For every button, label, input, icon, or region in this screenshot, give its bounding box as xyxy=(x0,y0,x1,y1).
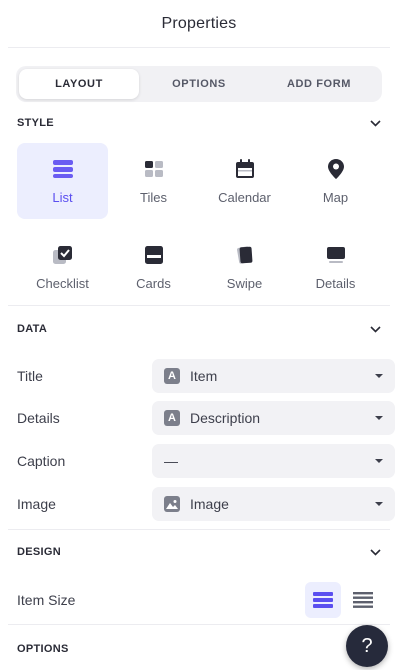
text-type-icon: A xyxy=(164,368,180,384)
details-select[interactable]: A Description xyxy=(152,401,395,435)
tab-add-form[interactable]: ADD FORM xyxy=(259,69,379,99)
options-section-header[interactable]: OPTIONS xyxy=(17,636,381,662)
field-label: Image xyxy=(17,496,56,512)
details-icon xyxy=(325,244,347,266)
style-option-label: Calendar xyxy=(218,189,271,205)
help-button[interactable]: ? xyxy=(346,625,388,667)
style-option-list[interactable]: List xyxy=(17,143,108,219)
caret-down-icon xyxy=(375,374,383,378)
swipe-icon xyxy=(234,244,256,266)
item-size-toggle xyxy=(305,582,381,618)
style-option-label: Tiles xyxy=(140,189,167,205)
style-heading: STYLE xyxy=(17,117,54,129)
field-label: Item Size xyxy=(17,592,76,608)
design-heading: DESIGN xyxy=(17,546,61,558)
style-option-checklist[interactable]: Checklist xyxy=(17,229,108,305)
caret-down-icon xyxy=(375,416,383,420)
item-size-row: Item Size xyxy=(17,582,395,618)
style-option-label: Details xyxy=(315,275,356,291)
style-option-label: List xyxy=(52,189,73,205)
image-field-row: Image Image xyxy=(17,487,395,521)
caption-select[interactable]: — xyxy=(152,444,395,478)
list-icon xyxy=(52,158,74,180)
image-select[interactable]: Image xyxy=(152,487,395,521)
details-field-row: Details A Description xyxy=(17,401,395,435)
tab-bar: LAYOUT OPTIONS ADD FORM xyxy=(16,66,382,102)
caret-down-icon xyxy=(375,502,383,506)
style-option-calendar[interactable]: Calendar xyxy=(199,143,290,219)
tiles-icon xyxy=(143,158,165,180)
style-option-cards[interactable]: Cards xyxy=(108,229,199,305)
title-select[interactable]: A Item xyxy=(152,359,395,393)
style-option-details[interactable]: Details xyxy=(290,229,381,305)
panel-header: Properties xyxy=(8,0,390,48)
cards-icon xyxy=(143,244,165,266)
text-type-icon: A xyxy=(164,410,180,426)
select-value: Image xyxy=(190,496,229,512)
style-section-header[interactable]: STYLE xyxy=(17,110,381,136)
checklist-icon xyxy=(52,244,74,266)
style-option-tiles[interactable]: Tiles xyxy=(108,143,199,219)
field-label: Title xyxy=(17,368,43,384)
map-pin-icon xyxy=(325,158,347,180)
design-section-header[interactable]: DESIGN xyxy=(17,539,381,565)
select-value: Description xyxy=(190,410,261,426)
calendar-icon xyxy=(234,158,256,180)
field-label: Caption xyxy=(17,453,66,469)
select-value: — xyxy=(164,453,178,469)
size-large-button[interactable] xyxy=(305,582,341,618)
style-options-grid: List Tiles Calendar Map Checklist Cards xyxy=(17,143,381,305)
caption-field-row: Caption — xyxy=(17,444,395,478)
style-option-map[interactable]: Map xyxy=(290,143,381,219)
data-section-header[interactable]: DATA xyxy=(17,316,381,342)
style-option-swipe[interactable]: Swipe xyxy=(199,229,290,305)
divider xyxy=(8,529,390,530)
style-option-label: Map xyxy=(322,189,349,205)
size-compact-button[interactable] xyxy=(345,582,381,618)
title-field-row: Title A Item xyxy=(17,359,395,393)
style-option-label: Cards xyxy=(136,275,171,291)
divider xyxy=(8,624,390,625)
tab-options[interactable]: OPTIONS xyxy=(139,69,259,99)
chevron-down-icon[interactable] xyxy=(369,323,381,335)
style-option-label: Checklist xyxy=(36,275,89,291)
caret-down-icon xyxy=(375,459,383,463)
page-title: Properties xyxy=(161,14,237,32)
image-icon xyxy=(164,496,180,512)
chevron-down-icon[interactable] xyxy=(369,117,381,129)
divider xyxy=(8,305,390,306)
data-heading: DATA xyxy=(17,323,48,335)
select-value: Item xyxy=(190,368,218,384)
tab-layout[interactable]: LAYOUT xyxy=(19,69,139,99)
style-option-label: Swipe xyxy=(226,275,263,291)
field-label: Details xyxy=(17,410,60,426)
options-heading: OPTIONS xyxy=(17,643,69,655)
chevron-down-icon[interactable] xyxy=(369,546,381,558)
